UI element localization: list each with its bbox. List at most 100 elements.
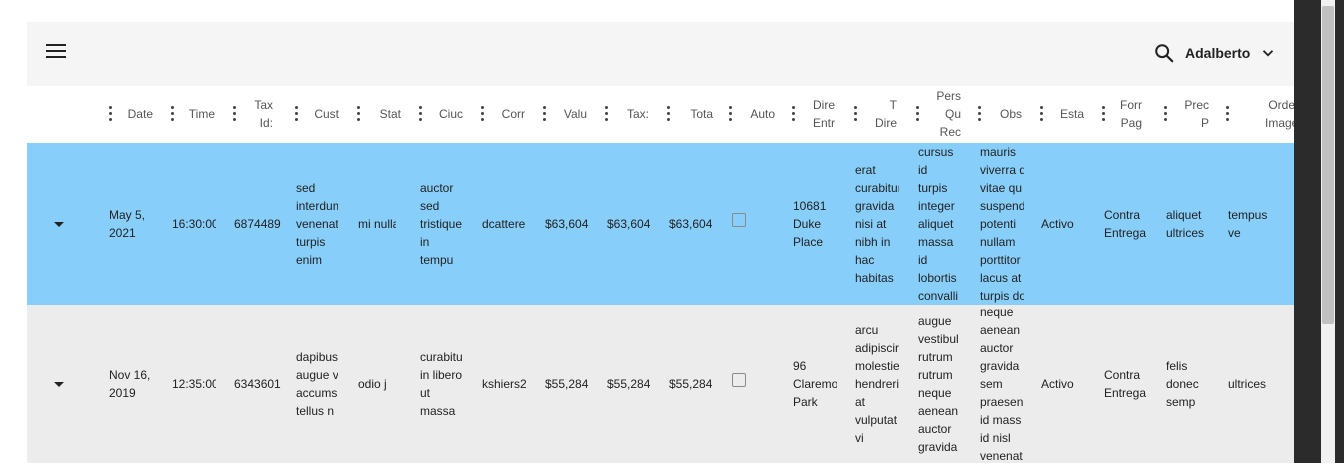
- column-menu-icon[interactable]: [603, 106, 609, 124]
- cell-forma-pago-line: Contra: [1104, 208, 1141, 222]
- cell-precio-line: donec: [1166, 377, 1199, 391]
- column-header[interactable]: Auto: [741, 105, 775, 123]
- cell-observaciones-line: venenat: [980, 449, 1023, 463]
- column-menu-icon[interactable]: [107, 106, 113, 124]
- cell-persona-line: augue: [918, 314, 952, 328]
- cell-persona-line: cursus: [918, 145, 954, 159]
- cell-persona-line: lobortis: [918, 271, 957, 285]
- column-header[interactable]: Dire Entr: [801, 96, 835, 132]
- cell-tax-id: 6874489: [234, 215, 282, 233]
- table-row[interactable]: May 5, 2021 16:30:00 6874489 sed interdum vene…: [27, 143, 1294, 305]
- search-icon[interactable]: [1153, 42, 1175, 64]
- column-header[interactable]: Cust: [305, 105, 339, 123]
- column-header-label: Stat: [379, 107, 401, 121]
- column-menu-icon[interactable]: [293, 106, 299, 124]
- cell-ciudad-line: in: [420, 235, 430, 249]
- cell-observaciones-line: aenean: [980, 323, 1021, 337]
- column-menu-icon[interactable]: [727, 106, 733, 124]
- table-header: Date Time Tax Id: Cust Stat Ciuc Corr Valu Tax: To…: [27, 86, 1299, 143]
- expand-row-icon[interactable]: [54, 382, 64, 387]
- column-menu-icon[interactable]: [976, 106, 982, 124]
- cell-correo: kshiers2: [482, 375, 526, 393]
- cell-observaciones-line: id mass: [980, 413, 1022, 427]
- column-menu-icon[interactable]: [479, 106, 485, 124]
- scrollbar-thumb[interactable]: [1322, 6, 1334, 324]
- column-menu-icon[interactable]: [1162, 106, 1168, 124]
- column-menu-icon[interactable]: [790, 106, 796, 124]
- cell-date: May 5, 2021: [109, 206, 165, 242]
- cell-observaciones: mauris viverra d vitae qu suspend potenti nul…: [980, 143, 1024, 305]
- cell-ciudad-line: curabitu: [420, 350, 463, 364]
- column-header[interactable]: Pers Qu Rec: [927, 87, 961, 141]
- table-row[interactable]: Nov 16, 2019 12:35:00 6343601 dapibus augue v…: [27, 305, 1294, 463]
- cell-tipo-direccion-line: vi: [855, 431, 864, 445]
- auto-checkbox[interactable]: [732, 373, 746, 387]
- cell-date: Nov 16, 2019: [109, 366, 165, 402]
- column-header[interactable]: Obs: [988, 105, 1022, 123]
- cell-persona-line: vestibul: [918, 332, 959, 346]
- cell-estado: Activo: [1041, 215, 1097, 233]
- cell-tipo-direccion-line: gravida: [855, 199, 895, 213]
- column-header[interactable]: Ciuc: [429, 105, 463, 123]
- cell-observaciones: neque aenean auctor gravida sem praesen id mas…: [980, 303, 1024, 465]
- cell-order-image-line: ultrices: [1228, 377, 1267, 391]
- column-header[interactable]: Time: [181, 105, 215, 123]
- cell-tipo-direccion: arcu adipiscir molestie hendreri at vulputat v…: [855, 321, 899, 447]
- cell-tipo-direccion-line: erat: [855, 163, 876, 177]
- column-header-label: Obs: [999, 107, 1022, 121]
- cell-observaciones-line: auctor: [980, 341, 1014, 355]
- left-edge: [0, 0, 27, 463]
- cell-observaciones-line: nullam: [980, 235, 1016, 249]
- column-menu-icon[interactable]: [665, 106, 671, 124]
- cell-tipo-direccion-line: nibh in: [855, 235, 891, 249]
- cell-customer-line: accums: [296, 386, 338, 400]
- column-menu-icon[interactable]: [852, 106, 858, 124]
- cell-valor: $63,604: [545, 215, 601, 233]
- cell-valor-line: $55,284: [545, 377, 589, 391]
- cell-ciudad-line: in libero: [420, 368, 463, 382]
- column-header[interactable]: Date: [119, 105, 153, 123]
- cell-customer-line: tellus n: [296, 404, 335, 418]
- cell-persona-line: id: [918, 253, 928, 267]
- user-name[interactable]: Adalberto: [1185, 45, 1250, 61]
- auto-checkbox[interactable]: [732, 213, 746, 227]
- expand-row-icon[interactable]: [54, 222, 64, 227]
- column-menu-icon[interactable]: [1100, 106, 1106, 124]
- column-header[interactable]: Esta: [1050, 105, 1084, 123]
- column-header[interactable]: Tota: [679, 105, 713, 123]
- column-menu-icon[interactable]: [169, 106, 175, 124]
- column-menu-icon[interactable]: [1038, 106, 1044, 124]
- cell-direccion-line: 10681: [793, 199, 827, 213]
- cell-tax-id: 6343601: [234, 375, 282, 393]
- column-header-label: Cust: [314, 107, 339, 121]
- column-header[interactable]: Corr: [491, 105, 525, 123]
- cell-ciudad-line: sed: [420, 199, 440, 213]
- column-header-label: Tota: [690, 107, 713, 121]
- column-header[interactable]: T Dire: [863, 96, 897, 132]
- column-header[interactable]: Valu: [553, 105, 587, 123]
- column-menu-icon[interactable]: [355, 106, 361, 124]
- column-menu-icon[interactable]: [1224, 106, 1230, 124]
- cell-status-line: odio j: [358, 377, 387, 391]
- cell-tipo-direccion: erat curabitur gravida nisi at nibh in hac hab…: [855, 161, 899, 287]
- column-header[interactable]: Stat: [367, 105, 401, 123]
- column-menu-icon[interactable]: [417, 106, 423, 124]
- column-header[interactable]: Tax Id:: [239, 96, 273, 132]
- cell-observaciones-line: viverra d: [980, 163, 1024, 177]
- column-header-label: Valu: [563, 107, 587, 121]
- cell-time-line: 12:35:00: [172, 377, 216, 391]
- cell-tipo-direccion-line: arcu: [855, 323, 879, 337]
- menu-icon[interactable]: [46, 44, 66, 64]
- column-menu-icon[interactable]: [541, 106, 547, 124]
- cell-persona-line: auctor: [918, 422, 952, 436]
- column-menu-icon[interactable]: [231, 106, 237, 124]
- cell-forma-pago-line: Entrega: [1104, 226, 1147, 240]
- column-menu-icon[interactable]: [914, 106, 920, 124]
- cell-direccion: 96 Claremo Park: [793, 357, 837, 411]
- cell-precio: aliquet ultrices: [1166, 206, 1222, 242]
- chevron-down-icon[interactable]: [1259, 44, 1277, 62]
- column-header[interactable]: Tax:: [615, 105, 649, 123]
- cell-persona-line: neque: [918, 386, 952, 400]
- column-header[interactable]: Forr Pag: [1108, 96, 1142, 132]
- column-header[interactable]: Prec P: [1175, 96, 1209, 132]
